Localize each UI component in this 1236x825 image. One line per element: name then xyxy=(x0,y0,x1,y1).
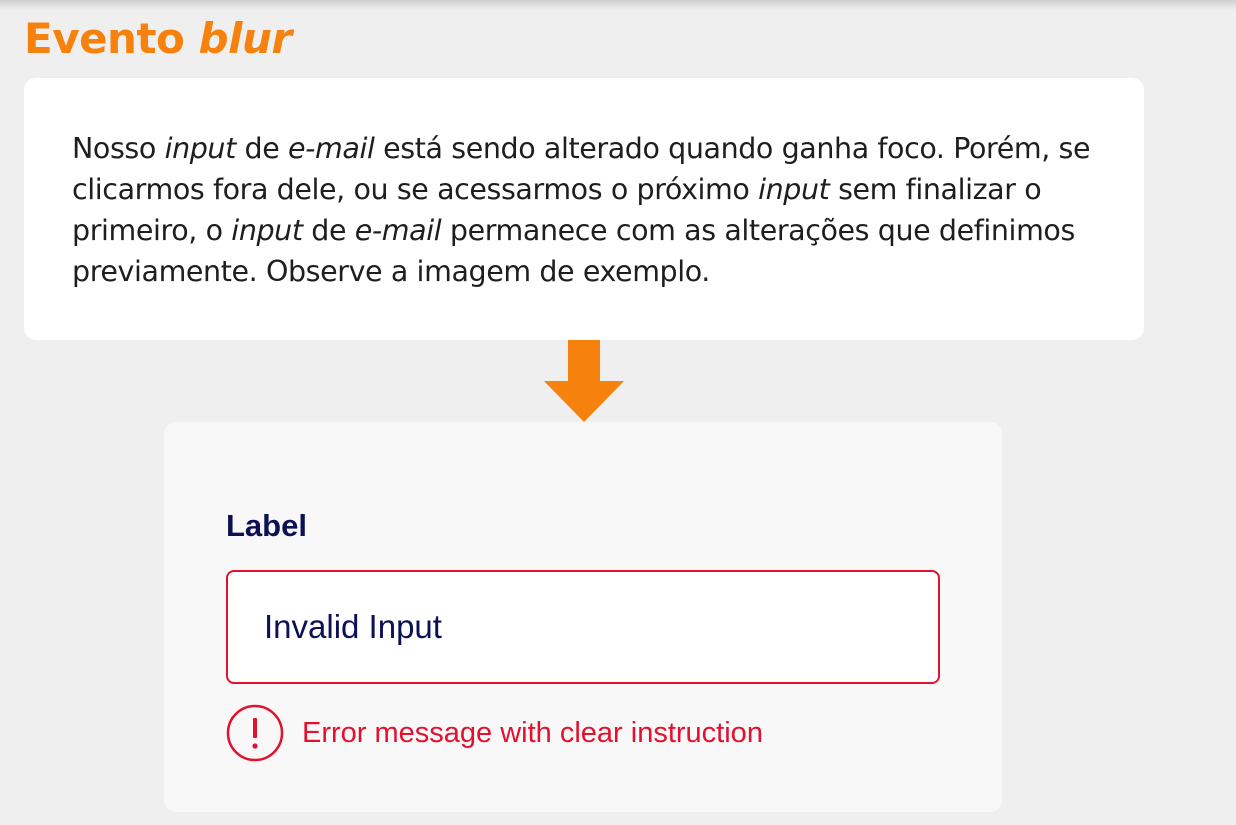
top-shadow xyxy=(0,0,1236,10)
description-card: Nosso input de e-mail está sendo alterad… xyxy=(24,78,1144,340)
text-segment: de xyxy=(302,214,355,247)
arrow-down-icon xyxy=(544,340,624,422)
text-emphasis: e-mail xyxy=(354,214,442,247)
description-text: Nosso input de e-mail está sendo alterad… xyxy=(72,128,1112,292)
error-message: Error message with clear instruction xyxy=(302,716,763,749)
text-segment: Nosso xyxy=(72,132,165,165)
text-emphasis: e-mail xyxy=(288,132,375,165)
title-main: Evento xyxy=(24,14,185,63)
text-emphasis: input xyxy=(758,173,830,206)
example-form-panel: Label Invalid Input Error message with c… xyxy=(164,422,1002,812)
alert-circle-icon xyxy=(226,704,284,762)
page-title: Evento blur xyxy=(24,14,292,63)
text-segment: de xyxy=(235,132,289,165)
email-input-field[interactable]: Invalid Input xyxy=(226,570,940,684)
field-label: Label xyxy=(226,508,307,543)
title-emphasis: blur xyxy=(198,14,293,63)
text-emphasis: input xyxy=(231,214,303,247)
error-row: Error message with clear instruction xyxy=(226,704,763,762)
text-emphasis: input xyxy=(164,132,237,165)
input-value: Invalid Input xyxy=(264,608,442,645)
